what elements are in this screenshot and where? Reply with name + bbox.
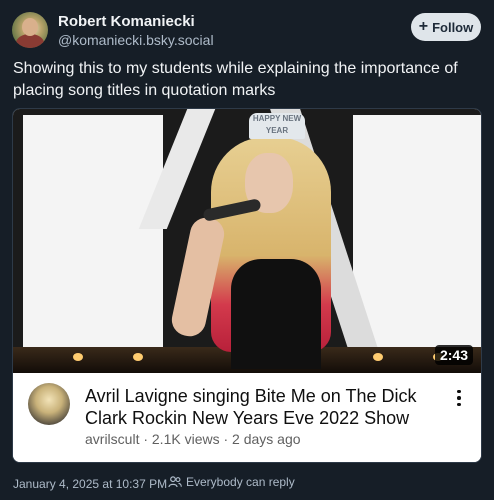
video-embed[interactable]: HAPPY NEW YEAR 2:43 Avril Lavigne singin… — [12, 108, 482, 463]
post-card[interactable]: Robert Komaniecki @komaniecki.bsky.socia… — [0, 0, 494, 500]
more-vertical-icon[interactable] — [451, 385, 467, 411]
author-name[interactable]: Robert Komaniecki — [58, 13, 195, 30]
channel-avatar[interactable] — [28, 383, 70, 425]
reply-setting[interactable]: Everybody can reply — [168, 475, 295, 489]
post-text: Showing this to my students while explai… — [13, 60, 458, 99]
video-subline: avrilscult · 2.1K views · 2 days ago — [85, 431, 301, 447]
video-thumbnail[interactable]: HAPPY NEW YEAR 2:43 — [13, 109, 481, 373]
video-meta: Avril Lavigne singing Bite Me on The Dic… — [13, 373, 481, 462]
tiara-text: HAPPY NEW YEAR — [249, 113, 305, 139]
author-avatar[interactable] — [12, 12, 48, 48]
reply-setting-label: Everybody can reply — [186, 475, 295, 489]
post-timestamp[interactable]: January 4, 2025 at 10:37 PM — [13, 477, 167, 491]
people-icon — [168, 476, 182, 488]
follow-button[interactable]: + Follow — [411, 13, 481, 41]
plus-icon: + — [418, 18, 429, 35]
video-title[interactable]: Avril Lavigne singing Bite Me on The Dic… — [85, 385, 445, 429]
video-duration: 2:43 — [434, 345, 473, 365]
author-handle[interactable]: @komaniecki.bsky.social — [58, 32, 214, 48]
follow-label: Follow — [432, 19, 474, 35]
